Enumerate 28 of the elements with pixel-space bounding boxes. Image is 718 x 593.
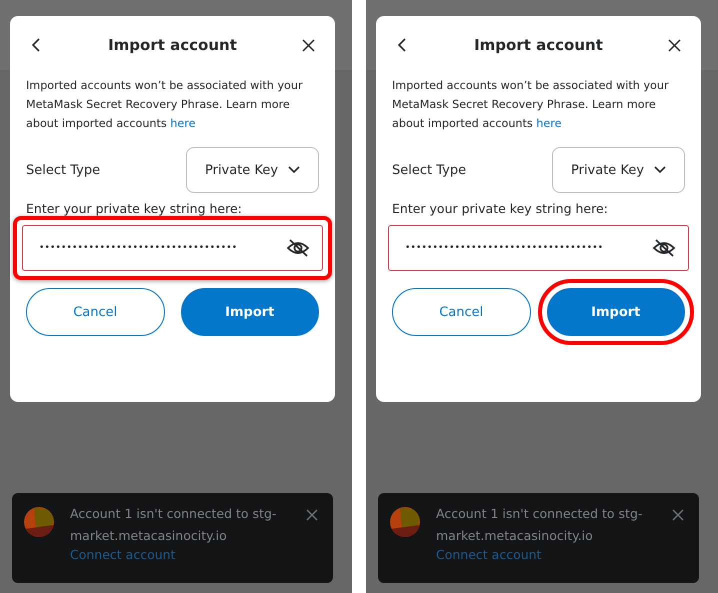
account-avatar-icon [24,507,54,537]
masked-value: •••••••••••••••••••••••••••••••••••• [39,243,238,253]
eye-slash-icon[interactable] [286,238,310,258]
toast-message: Account 1 isn't connected to stg-market.metacasinocity.io [70,505,278,545]
dialog-title: Import account [108,36,237,54]
import-button[interactable]: Import [180,288,319,336]
here-link[interactable]: here [536,117,562,130]
chevron-down-icon [288,166,300,174]
select-label: Select Type [26,162,100,178]
field-label: Enter your private key string here: [26,201,243,216]
type-dropdown[interactable]: Private Key [552,147,685,193]
account-avatar-icon [390,507,420,537]
cancel-button[interactable]: Cancel [26,288,164,336]
eye-slash-icon[interactable] [652,238,676,258]
private-key-field[interactable]: •••••••••••••••••••••••••••••••••••• [13,216,332,280]
select-label: Select Type [392,162,466,178]
connect-account-link[interactable]: Connect account [436,547,542,562]
toast-message: Account 1 isn't connected to stg-market.metacasinocity.io [436,505,644,545]
chevron-down-icon [654,166,666,174]
connect-account-link[interactable]: Connect account [70,547,176,562]
type-dropdown[interactable]: Private Key [186,147,319,193]
description-text: Imported accounts won’t be associated with your MetaMask Secret Recovery Phrase. Learn more about imported accounts here [392,78,670,132]
dialog-title: Import account [474,36,603,54]
masked-value: •••••••••••••••••••••••••••••••••••• [405,243,604,253]
description-text: Imported accounts won’t be associated with your MetaMask Secret Recovery Phrase. Learn more about imported accounts here [26,78,304,132]
cancel-button[interactable]: Cancel [392,288,530,336]
field-label: Enter your private key string here: [392,201,609,216]
here-link[interactable]: here [170,117,196,130]
